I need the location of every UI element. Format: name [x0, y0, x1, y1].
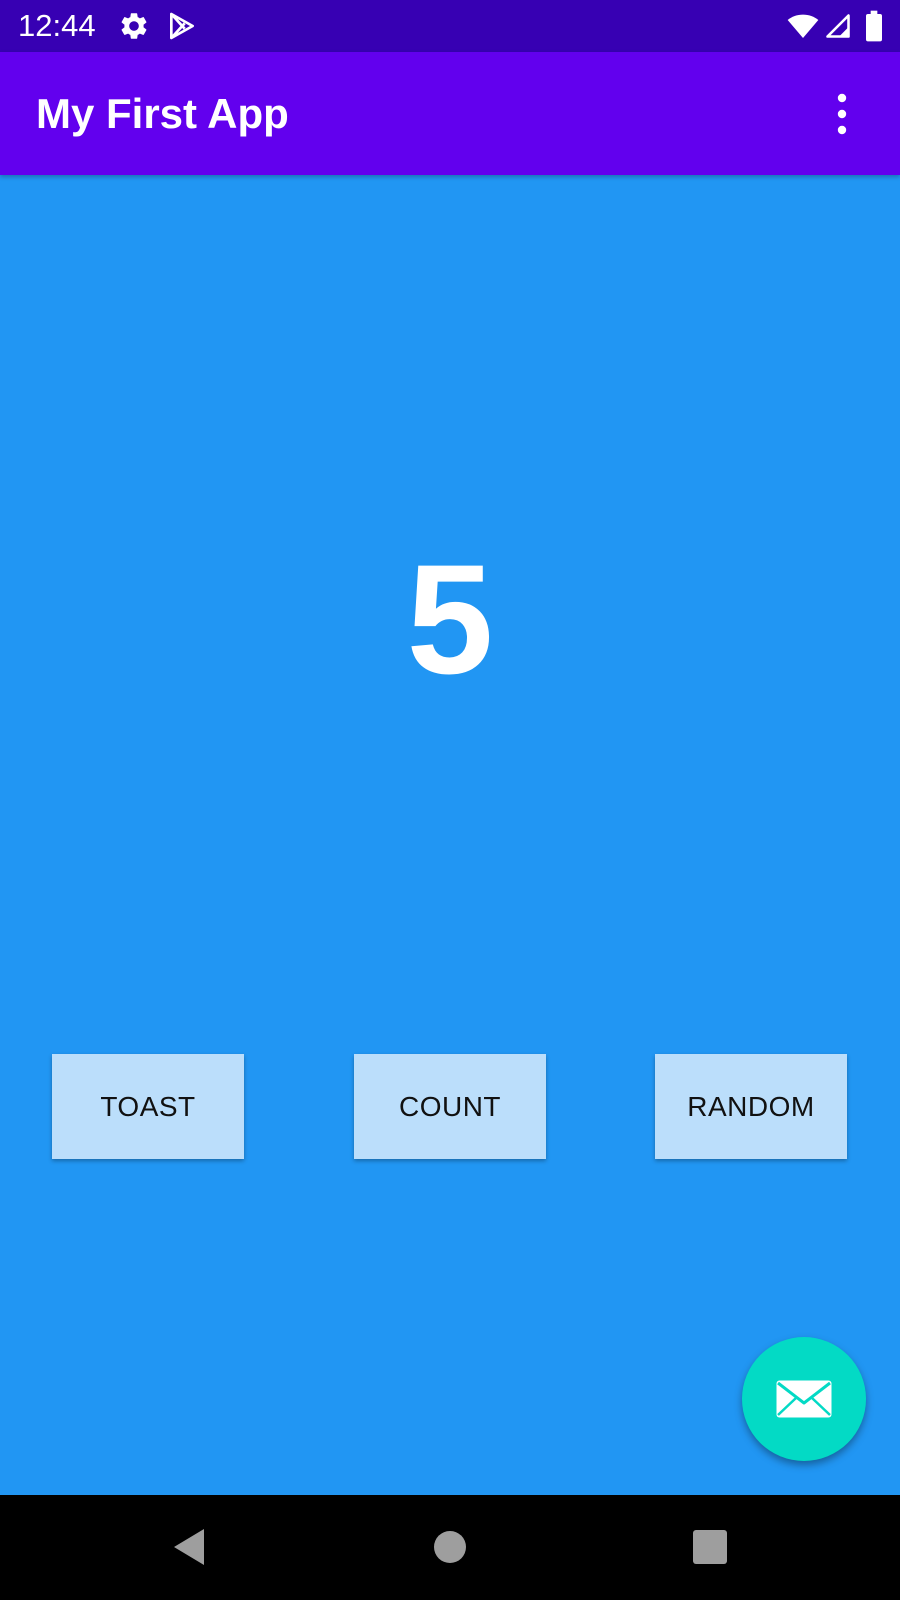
- count-display: 5: [406, 533, 494, 707]
- play-store-icon: [166, 10, 198, 42]
- app-bar: My First App: [0, 52, 900, 175]
- toast-button[interactable]: TOAST: [52, 1054, 244, 1159]
- email-fab-button[interactable]: [742, 1337, 866, 1461]
- random-button[interactable]: RANDOM: [655, 1054, 847, 1159]
- count-button[interactable]: COUNT: [354, 1054, 546, 1159]
- wifi-icon: [786, 10, 820, 42]
- navigation-bar: [0, 1495, 900, 1600]
- home-icon[interactable]: [428, 1525, 472, 1569]
- main-content: 5 TOAST COUNT RANDOM: [0, 175, 900, 1495]
- gear-icon: [118, 10, 150, 42]
- more-vert-icon[interactable]: [830, 92, 854, 136]
- email-icon: [776, 1380, 832, 1418]
- back-icon[interactable]: [168, 1525, 212, 1569]
- recents-icon[interactable]: [688, 1525, 732, 1569]
- app-title: My First App: [36, 90, 289, 137]
- battery-icon: [864, 10, 884, 42]
- cellular-signal-icon: [824, 10, 852, 42]
- status-bar: 12:44: [0, 0, 900, 52]
- status-time: 12:44: [18, 8, 96, 43]
